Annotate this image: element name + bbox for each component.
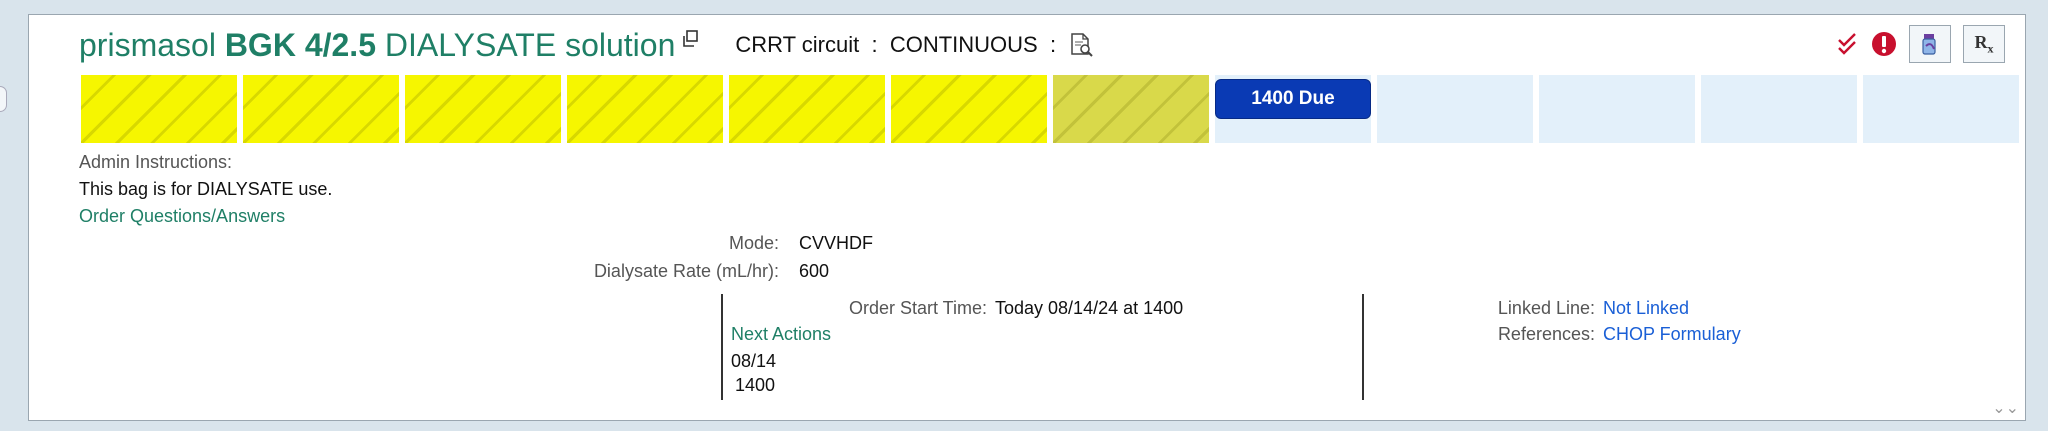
exclamation-alert-icon[interactable] bbox=[1871, 31, 1897, 57]
linked-line-value[interactable]: Not Linked bbox=[1603, 298, 1689, 319]
references-link[interactable]: CHOP Formulary bbox=[1603, 324, 1741, 345]
timeline-slot-given[interactable] bbox=[243, 75, 399, 143]
mode-label: Mode: bbox=[728, 233, 779, 253]
timeline-slot-given[interactable] bbox=[81, 75, 237, 143]
rx-button[interactable]: Rx bbox=[1963, 25, 2005, 63]
rx-icon: Rx bbox=[1974, 31, 1994, 56]
timeline-slot-due[interactable]: 1400 Due bbox=[1215, 75, 1371, 143]
pharmacy-button[interactable] bbox=[1909, 25, 1951, 63]
next-action-time: 1400 bbox=[735, 375, 776, 395]
medication-bottle-icon bbox=[1922, 34, 1936, 55]
dialysate-rate-label: Dialysate Rate (mL/hr): bbox=[593, 261, 779, 281]
timeline-slot-empty[interactable] bbox=[1539, 75, 1695, 143]
timeline-slot-empty[interactable] bbox=[1701, 75, 1857, 143]
timeline-slot-given[interactable] bbox=[567, 75, 723, 143]
references-label: References: bbox=[1497, 324, 1595, 344]
dialysate-rate-value: 600 bbox=[799, 261, 830, 281]
column-divider bbox=[1362, 294, 1364, 400]
column-divider bbox=[721, 294, 723, 400]
timeline-slot-given[interactable] bbox=[405, 75, 561, 143]
separator: : bbox=[871, 32, 878, 57]
circuit-info: CRRT circuit : CONTINUOUS : bbox=[735, 32, 1056, 58]
administration-timeline: 1400 Due bbox=[81, 75, 2019, 143]
timeline-slot-given[interactable] bbox=[729, 75, 885, 143]
next-action-date: 08/14 bbox=[731, 351, 777, 371]
document-search-icon[interactable] bbox=[1068, 32, 1094, 58]
due-button[interactable]: 1400 Due bbox=[1215, 79, 1371, 119]
order-action-icons: Rx bbox=[1837, 25, 2005, 63]
admin-instructions-heading: Admin Instructions: bbox=[79, 152, 233, 172]
expand-chevron-icon[interactable]: ⌄⌄ bbox=[1992, 398, 2019, 418]
double-check-icon[interactable] bbox=[1837, 31, 1859, 57]
separator: : bbox=[1049, 32, 1057, 57]
order-start-time-value: Today 08/14/24 at 1400 bbox=[995, 298, 1184, 318]
order-start-time-label: Order Start Time: bbox=[848, 298, 987, 318]
circuit-label: CRRT circuit bbox=[735, 32, 860, 57]
external-link-icon[interactable] bbox=[681, 30, 699, 48]
timeline-slot-empty[interactable] bbox=[1377, 75, 1533, 143]
medication-name-part1: prismasol bbox=[79, 26, 216, 63]
timeline-slot-given[interactable] bbox=[891, 75, 1047, 143]
order-title-row: prismasol BGK 4/2.5 DIALYSATE solution C… bbox=[79, 23, 1094, 67]
medication-name[interactable]: prismasol BGK 4/2.5 DIALYSATE solution bbox=[79, 27, 675, 64]
left-edge-handle bbox=[0, 86, 7, 112]
next-actions-heading: Next Actions bbox=[731, 324, 832, 344]
medication-name-bold: BGK 4/2.5 bbox=[224, 26, 376, 63]
frequency-value: CONTINUOUS bbox=[889, 32, 1038, 57]
timeline-slot-current[interactable] bbox=[1053, 75, 1209, 143]
mode-value: CVVHDF bbox=[799, 233, 874, 253]
linked-line-label: Linked Line: bbox=[1497, 298, 1595, 318]
admin-instructions-text: This bag is for DIALYSATE use. bbox=[79, 179, 333, 199]
medication-name-part2: DIALYSATE solution bbox=[384, 26, 676, 63]
order-questions-link[interactable]: Order Questions/Answers bbox=[79, 206, 285, 227]
medication-order-card: prismasol BGK 4/2.5 DIALYSATE solution C… bbox=[28, 14, 2026, 421]
timeline-slot-empty[interactable] bbox=[1863, 75, 2019, 143]
